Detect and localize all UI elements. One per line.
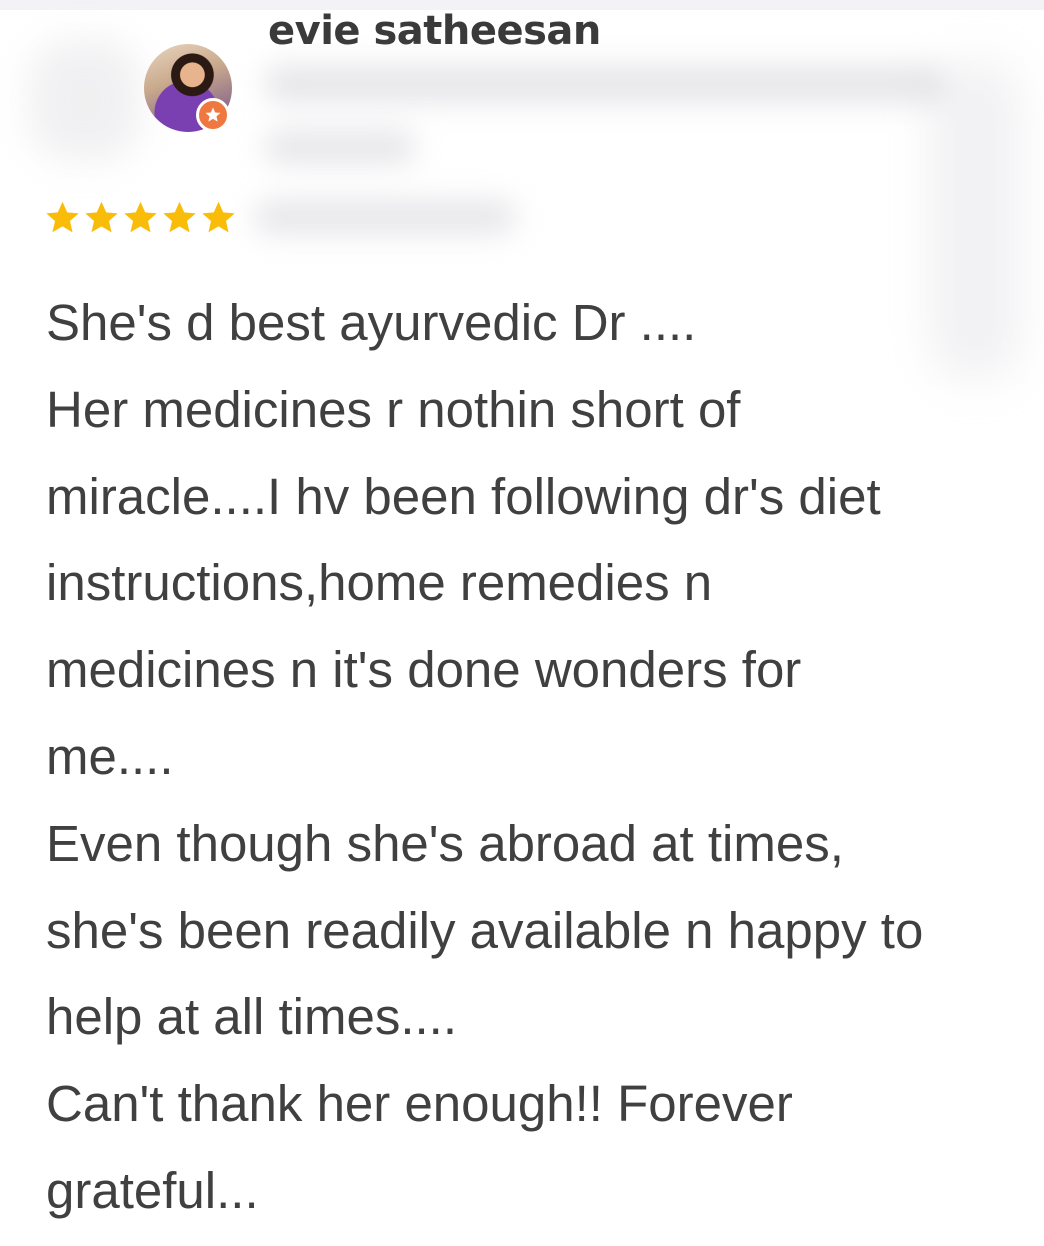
star-icon	[85, 201, 118, 233]
star-icon	[124, 201, 157, 233]
avatar[interactable]	[144, 44, 232, 132]
blurred-back-button	[30, 40, 140, 160]
reviewer-name[interactable]: evie satheesan	[268, 8, 601, 54]
review-card: evie satheesan She's d best ayurvedic Dr…	[0, 0, 1044, 1246]
review-text: She's d best ayurvedic Dr .... Her medic…	[46, 294, 924, 1219]
star-icon	[163, 201, 196, 233]
star-rating	[44, 199, 237, 236]
blurred-reviewer-meta	[255, 55, 955, 245]
local-guide-star-icon	[196, 98, 230, 132]
star-icon	[202, 201, 235, 233]
star-icon	[46, 201, 79, 233]
